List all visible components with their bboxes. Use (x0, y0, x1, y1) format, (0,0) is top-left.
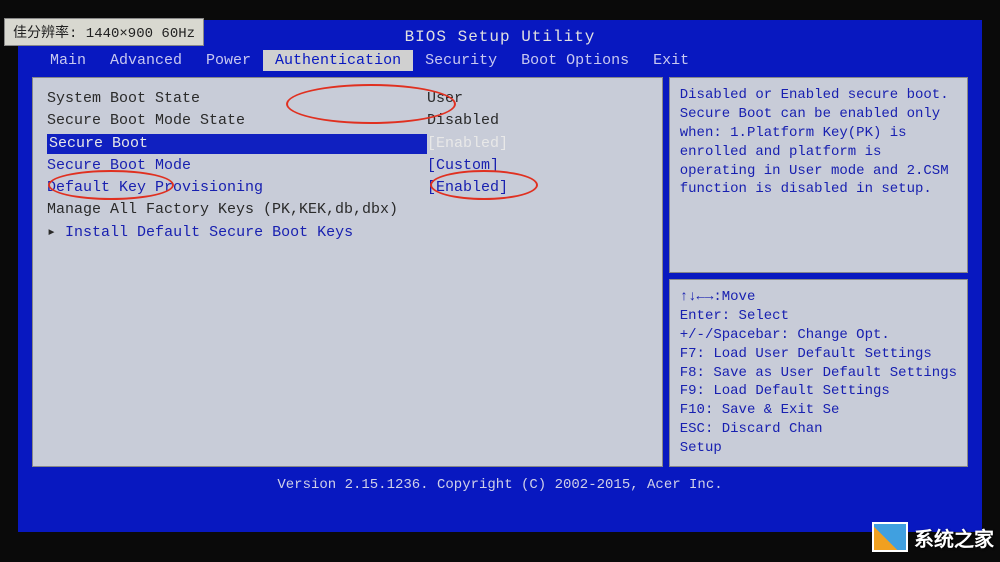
label-install-default-keys: Install Default Secure Boot Keys (47, 223, 648, 243)
value-secure-boot[interactable]: [Enabled] (427, 134, 648, 154)
watermark-icon (872, 522, 908, 552)
bios-menu-bar: Main Advanced Power Authentication Secur… (18, 50, 982, 71)
bios-footer: Version 2.15.1236. Copyright (C) 2002-20… (18, 473, 982, 497)
label-system-boot-state: System Boot State (47, 89, 427, 109)
help-line-2: Secure Boot can be enabled only when: 1.… (680, 105, 957, 199)
label-secure-boot-mode-state: Secure Boot Mode State (47, 111, 427, 131)
help-panel: Disabled or Enabled secure boot. Secure … (669, 77, 968, 273)
row-install-default-keys[interactable]: Install Default Secure Boot Keys (47, 222, 648, 244)
value-default-key-provisioning[interactable]: [Enabled] (427, 178, 648, 198)
row-secure-boot[interactable]: Secure Boot [Enabled] (47, 133, 648, 155)
watermark: 系统之家 (872, 522, 994, 552)
key-f10: F10: Save & Exit Se (680, 401, 957, 420)
label-secure-boot-mode: Secure Boot Mode (47, 156, 427, 176)
key-esc: ESC: Discard Chan (680, 420, 957, 439)
row-secure-boot-mode[interactable]: Secure Boot Mode [Custom] (47, 155, 648, 177)
menu-main[interactable]: Main (38, 50, 98, 71)
label-manage-factory-keys: Manage All Factory Keys (PK,KEK,db,dbx) (47, 200, 648, 220)
value-secure-boot-mode[interactable]: [Custom] (427, 156, 648, 176)
bios-screen: BIOS Setup Utility Main Advanced Power A… (18, 20, 982, 532)
monitor-osd-overlay: 佳分辨率: 1440×900 60Hz (4, 18, 204, 46)
key-change: +/-/Spacebar: Change Opt. (680, 326, 957, 345)
key-help-panel: ↑↓←→:Move Enter: Select +/-/Spacebar: Ch… (669, 279, 968, 467)
menu-security[interactable]: Security (413, 50, 509, 71)
row-system-boot-state: System Boot State User (47, 88, 648, 110)
row-manage-factory-keys: Manage All Factory Keys (PK,KEK,db,dbx) (47, 199, 648, 221)
label-secure-boot: Secure Boot (47, 134, 427, 154)
menu-authentication[interactable]: Authentication (263, 50, 413, 71)
value-secure-boot-mode-state: Disabled (427, 111, 648, 131)
key-enter: Enter: Select (680, 307, 957, 326)
key-move: ↑↓←→:Move (680, 288, 957, 307)
value-system-boot-state: User (427, 89, 648, 109)
key-f7: F7: Load User Default Settings (680, 345, 957, 364)
menu-boot-options[interactable]: Boot Options (509, 50, 641, 71)
settings-panel: System Boot State User Secure Boot Mode … (32, 77, 663, 467)
label-default-key-provisioning: Default Key Provisioning (47, 178, 427, 198)
watermark-text: 系统之家 (914, 523, 994, 552)
help-line-1: Disabled or Enabled secure boot. (680, 86, 957, 105)
menu-exit[interactable]: Exit (641, 50, 701, 71)
row-default-key-provisioning[interactable]: Default Key Provisioning [Enabled] (47, 177, 648, 199)
row-secure-boot-mode-state: Secure Boot Mode State Disabled (47, 110, 648, 132)
menu-power[interactable]: Power (194, 50, 263, 71)
menu-advanced[interactable]: Advanced (98, 50, 194, 71)
key-setup: Setup (680, 439, 957, 458)
key-f9: F9: Load Default Settings (680, 382, 957, 401)
key-f8: F8: Save as User Default Settings (680, 364, 957, 383)
